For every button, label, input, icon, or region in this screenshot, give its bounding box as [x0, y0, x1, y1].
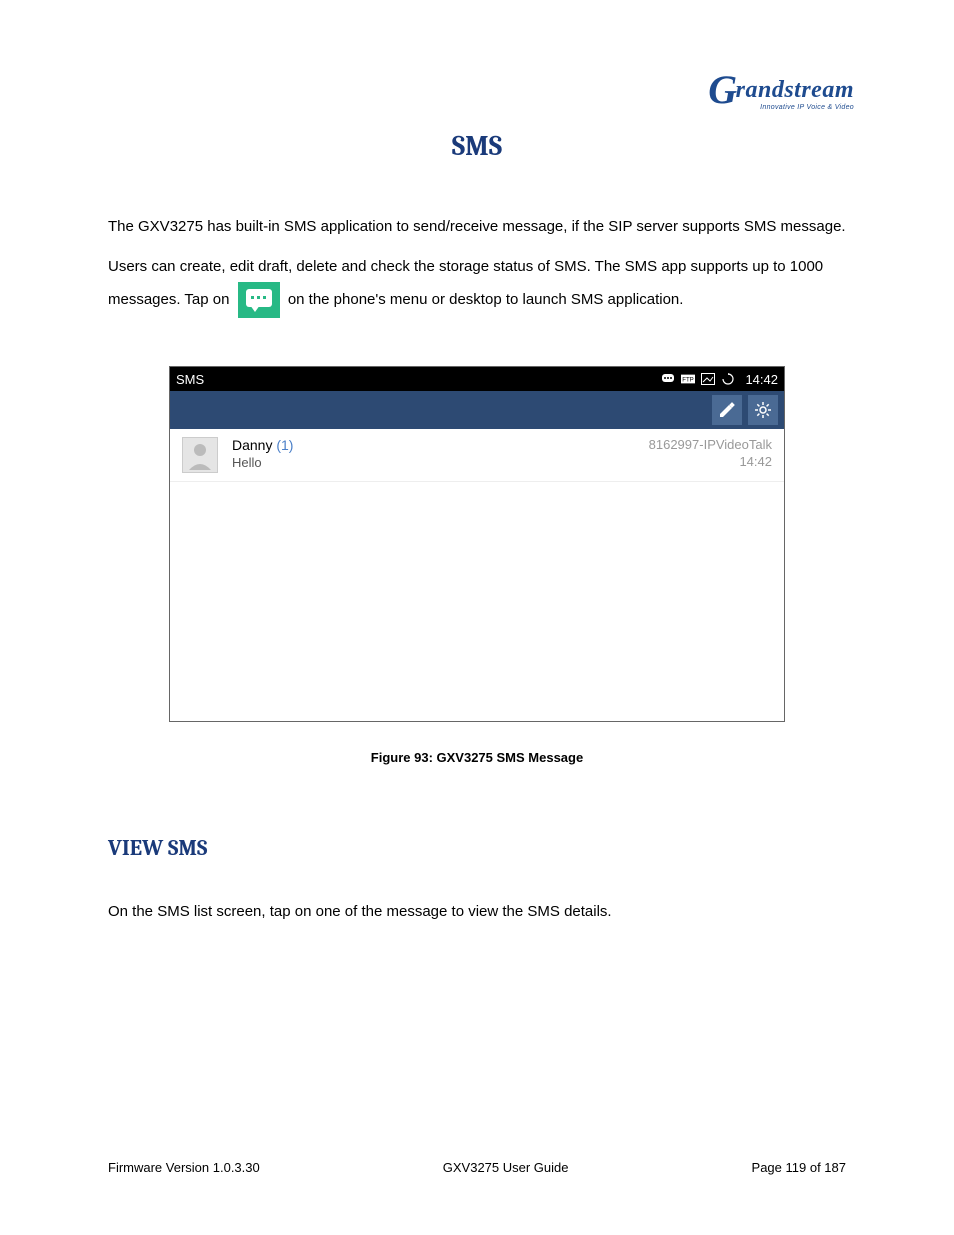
view-sms-paragraph: On the SMS list screen, tap on one of th…	[108, 897, 846, 927]
picture-icon	[701, 373, 715, 385]
status-bar: SMS FTP 14:42	[170, 367, 784, 391]
intro-paragraph-2b: messages. Tap on on the phone's menu or …	[108, 282, 846, 318]
sync-icon	[721, 373, 735, 385]
figure-caption: Figure 93: GXV3275 SMS Message	[108, 750, 846, 765]
message-sender: Danny (1)	[232, 437, 649, 453]
footer-page: Page 119 of 187	[752, 1160, 846, 1175]
message-list: Danny (1) Hello 8162997-IPVideoTalk 14:4…	[170, 429, 784, 721]
ftp-icon: FTP	[681, 373, 695, 385]
page-footer: Firmware Version 1.0.3.30 GXV3275 User G…	[108, 1160, 846, 1175]
message-row[interactable]: Danny (1) Hello 8162997-IPVideoTalk 14:4…	[170, 429, 784, 482]
unread-count: (1)	[276, 437, 293, 453]
statusbar-time: 14:42	[745, 372, 778, 387]
message-time: 14:42	[649, 454, 772, 469]
intro-paragraph-1: The GXV3275 has built-in SMS application…	[108, 212, 846, 242]
page-title: SMS	[108, 130, 846, 162]
footer-guide: GXV3275 User Guide	[443, 1160, 569, 1175]
compose-button[interactable]	[712, 395, 742, 425]
statusbar-title: SMS	[176, 372, 204, 387]
sms-screenshot: SMS FTP 14:42	[169, 366, 785, 722]
chat-icon	[661, 373, 675, 385]
para2c-text: on the phone's menu or desktop to launch…	[288, 291, 684, 308]
svg-text:FTP: FTP	[683, 377, 695, 384]
intro-paragraph-2a: Users can create, edit draft, delete and…	[108, 252, 846, 282]
sender-name: Danny	[232, 437, 272, 453]
document-page: Grandstream Innovative IP Voice & Video …	[0, 0, 954, 1235]
brand-logo: Grandstream Innovative IP Voice & Video	[708, 60, 854, 111]
message-preview: Hello	[232, 455, 649, 470]
settings-button[interactable]	[748, 395, 778, 425]
sms-app-icon	[238, 282, 280, 318]
message-source: 8162997-IPVideoTalk	[649, 437, 772, 452]
sms-toolbar	[170, 391, 784, 429]
para2b-text: messages. Tap on	[108, 291, 229, 308]
avatar	[182, 437, 218, 473]
statusbar-icons: FTP 14:42	[661, 372, 778, 387]
section-heading-view-sms: VIEW SMS	[108, 835, 846, 861]
footer-firmware: Firmware Version 1.0.3.30	[108, 1160, 260, 1175]
